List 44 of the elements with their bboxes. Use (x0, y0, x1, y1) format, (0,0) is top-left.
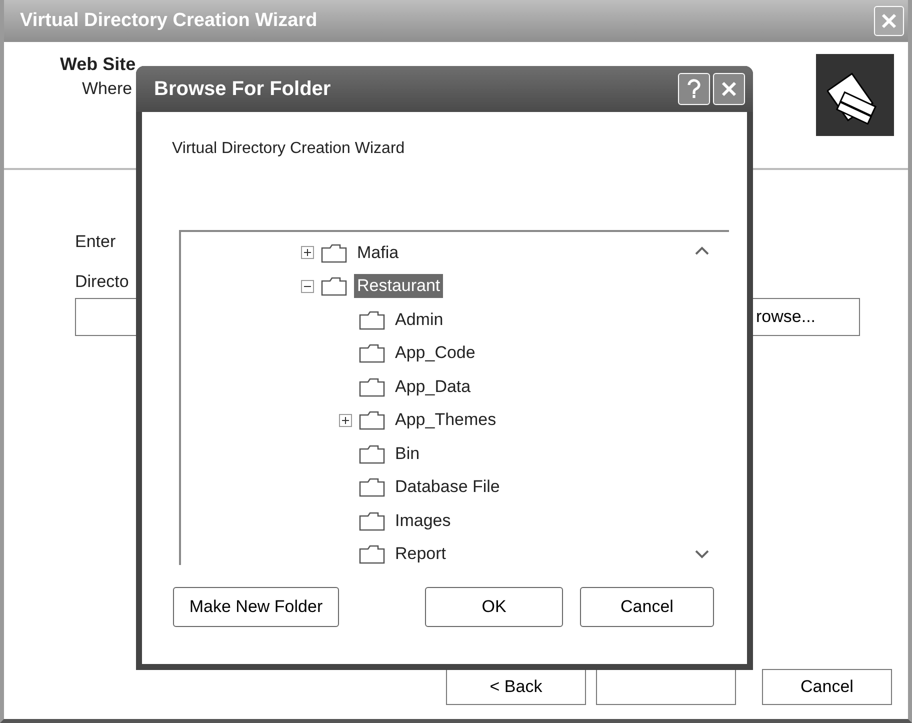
scroll-down-icon[interactable] (695, 549, 709, 559)
folder-icon (359, 410, 385, 430)
scroll-up-icon[interactable] (695, 246, 709, 256)
folder-item[interactable]: App_Code (392, 341, 478, 366)
expand-icon[interactable] (339, 414, 352, 427)
make-new-folder-button[interactable]: Make New Folder (173, 587, 339, 627)
folder-item[interactable]: Report (392, 542, 450, 565)
folder-icon (359, 510, 385, 531)
folder-icon (359, 544, 385, 564)
expand-icon[interactable] (301, 246, 314, 260)
close-button[interactable] (713, 73, 745, 105)
folder-item[interactable]: App_Data (392, 374, 474, 399)
question-mark-icon (687, 79, 701, 99)
folder-item[interactable]: Mafia (354, 240, 402, 265)
directory-label: Directo (75, 272, 129, 292)
back-button[interactable]: < Back (446, 669, 586, 705)
folder-icon (321, 242, 347, 263)
header-title: Web Site (60, 54, 136, 75)
close-icon (720, 80, 738, 98)
prompt-text: Enter (75, 232, 116, 252)
folder-item[interactable]: Database File (392, 475, 503, 500)
collapse-icon[interactable] (301, 280, 314, 293)
folder-icon (359, 343, 385, 364)
ok-button[interactable]: OK (425, 587, 563, 627)
folder-item[interactable]: Images (392, 508, 454, 533)
folder-item[interactable]: Restaurant (354, 274, 444, 298)
folder-item[interactable]: Admin (392, 308, 446, 332)
header-subtitle: Where (82, 79, 134, 99)
help-button[interactable] (678, 73, 710, 105)
close-icon (880, 12, 898, 30)
folder-icon (359, 376, 385, 397)
dialog-description: Virtual Directory Creation Wizard (172, 140, 406, 158)
book-logo-icon (816, 54, 894, 136)
cancel-button[interactable]: Cancel (580, 587, 714, 627)
folder-item[interactable]: App_Themes (392, 408, 500, 432)
folder-icon (359, 444, 385, 464)
folder-icon (321, 276, 347, 296)
window-title: Virtual Directory Creation Wizard (20, 10, 318, 32)
browse-button[interactable]: rowse... (752, 298, 860, 336)
folder-icon (359, 477, 385, 498)
cancel-button[interactable]: Cancel (762, 669, 892, 705)
folder-icon (359, 310, 385, 330)
dialog-title: Browse For Folder (154, 78, 331, 100)
folder-item[interactable]: Bin (392, 442, 423, 466)
